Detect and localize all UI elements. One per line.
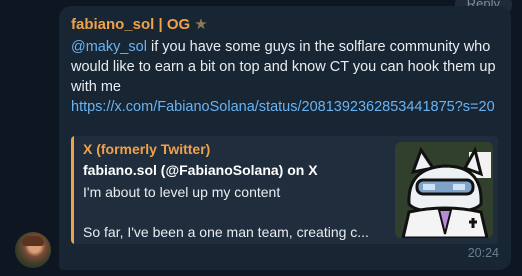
message-text: @maky_sol if you have some guys in the s… — [71, 37, 496, 117]
preview-line-1: I'm about to level up my content — [83, 184, 281, 200]
preview-line-3: So far, I've been a one man team, creati… — [83, 224, 369, 240]
preview-site-name: X (formerly Twitter) — [83, 141, 211, 157]
preview-thumbnail[interactable] — [395, 142, 493, 238]
link-preview[interactable]: X (formerly Twitter) fabiano.sol (@Fabia… — [71, 136, 498, 244]
avatar[interactable] — [15, 232, 51, 268]
cat-illustration-icon — [395, 142, 493, 238]
mention-link[interactable]: @maky_sol — [71, 39, 147, 55]
message-time: 20:24 — [467, 246, 499, 260]
preview-description: I'm about to level up my content So far,… — [83, 182, 383, 242]
preview-title: fabiano.sol (@FabianoSolana) on X — [83, 162, 318, 178]
preview-accent-bar — [71, 136, 74, 244]
preview-line-2 — [83, 202, 383, 222]
star-icon: ★ — [194, 16, 208, 33]
tweet-link[interactable]: https://x.com/FabianoSolana/status/20813… — [71, 99, 495, 115]
message-bubble: fabiano_sol | OG ★ @maky_sol if you have … — [59, 6, 511, 270]
author-label: fabiano_sol | OG — [71, 16, 191, 33]
author-name[interactable]: fabiano_sol | OG ★ — [71, 15, 208, 33]
avatar-hair — [22, 236, 44, 246]
